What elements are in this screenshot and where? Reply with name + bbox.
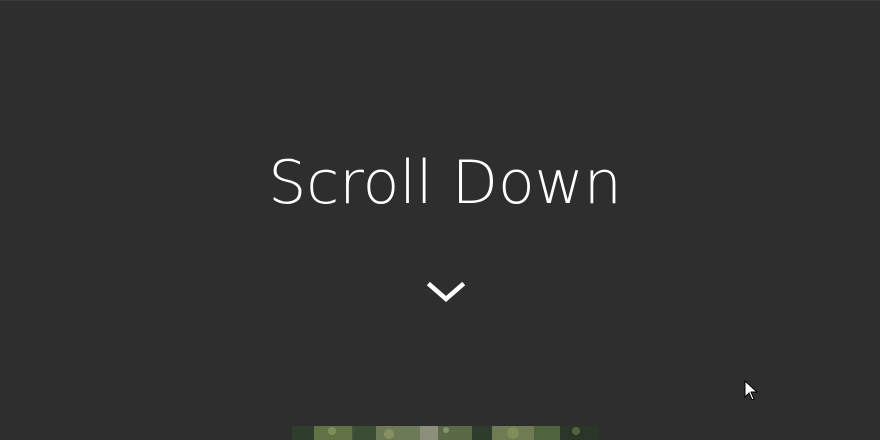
page-title: Scroll Down [268,148,622,218]
mouse-cursor-icon [744,379,759,402]
hero-image-preview [292,426,598,440]
chevron-down-icon [426,281,466,302]
hero-section: Scroll Down [0,0,880,426]
scroll-down-button[interactable] [426,278,466,306]
